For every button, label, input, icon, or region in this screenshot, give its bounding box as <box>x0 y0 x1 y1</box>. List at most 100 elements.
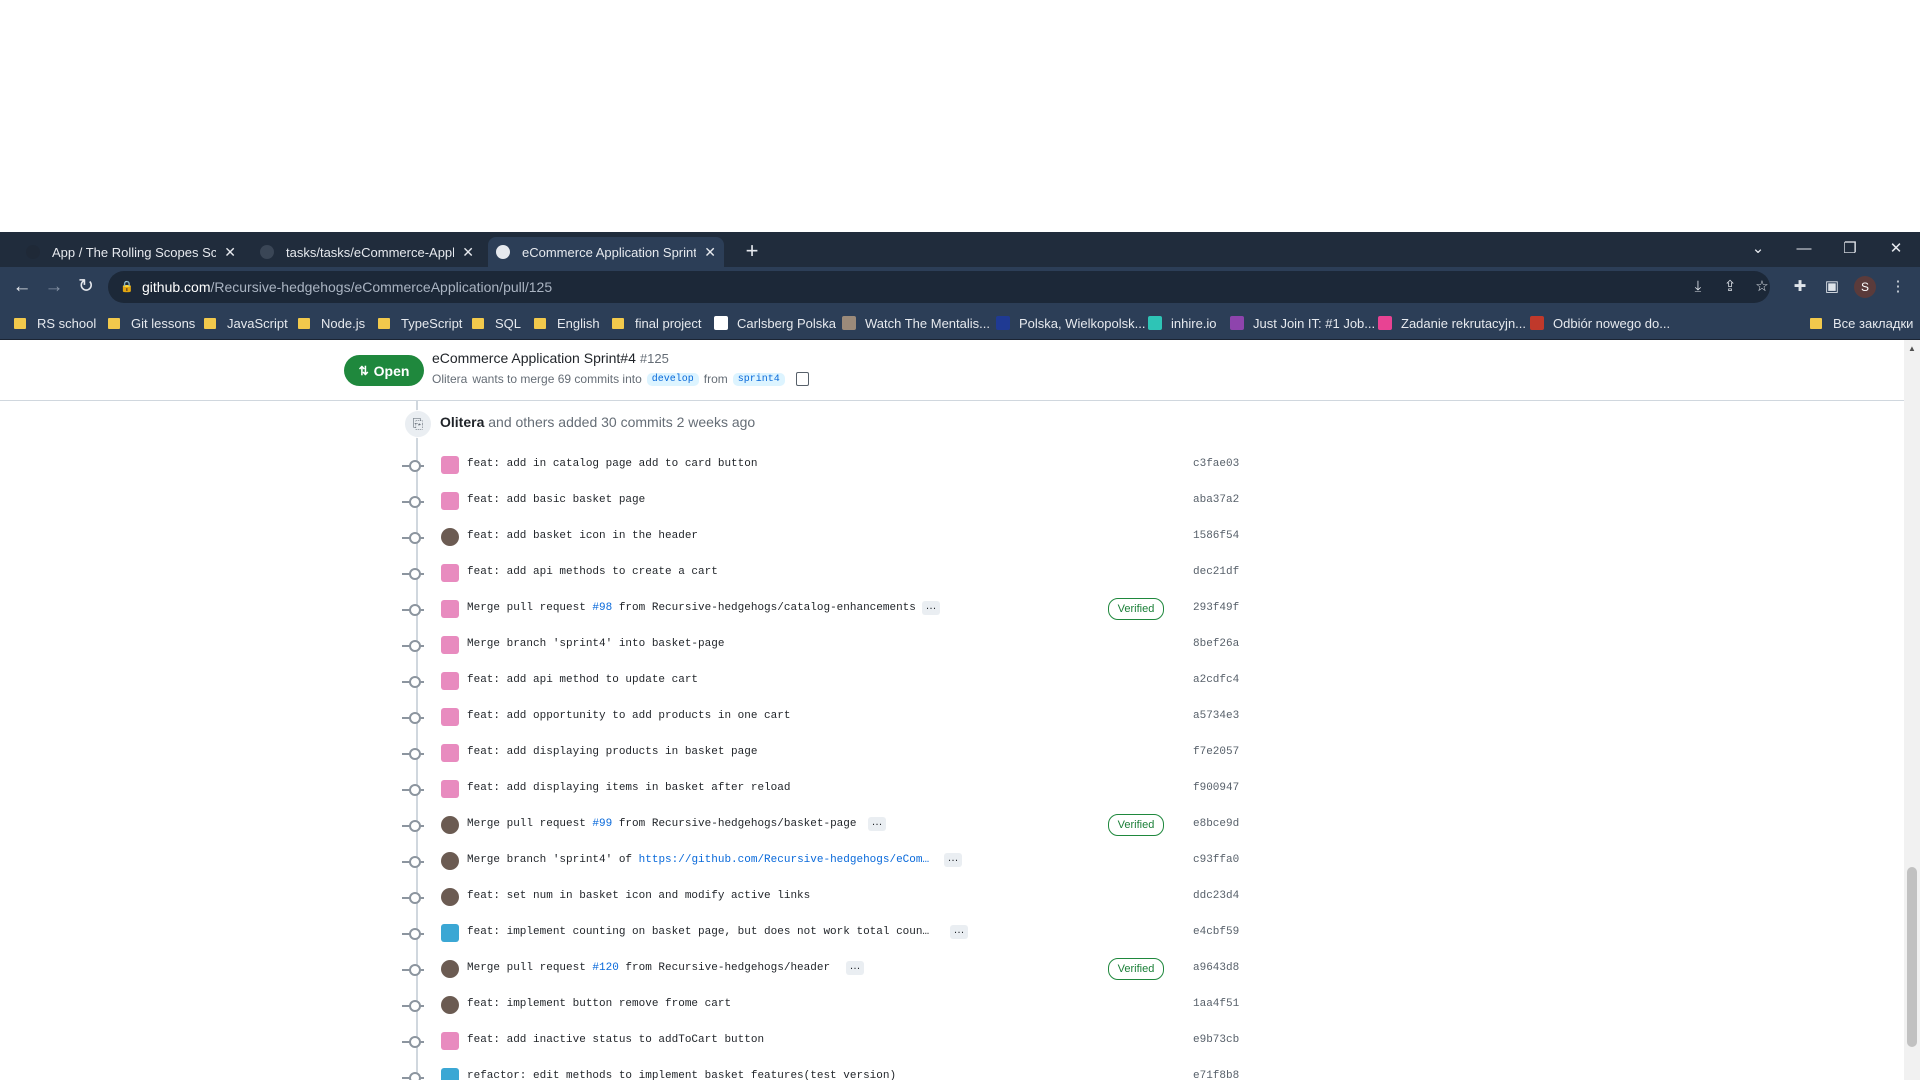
bookmark-item[interactable]: inhire.io <box>1148 307 1217 339</box>
extensions-icon[interactable]: ✚ <box>1790 277 1810 297</box>
verified-badge[interactable]: Verified <box>1108 598 1164 620</box>
commit-message[interactable]: feat: add displaying items in basket aft… <box>467 782 790 794</box>
expand-message-icon[interactable]: … <box>944 853 962 867</box>
verified-badge[interactable]: Verified <box>1108 958 1164 980</box>
tab-tasks[interactable]: tasks/tasks/eCommerce-Application ✕ <box>252 237 482 267</box>
bookmark-item[interactable]: RS school <box>14 307 96 339</box>
commit-message[interactable]: feat: add api methods to create a cart <box>467 566 718 578</box>
scroll-up-icon[interactable]: ▲ <box>1908 344 1916 353</box>
commit-message[interactable]: feat: set num in basket icon and modify … <box>467 890 810 902</box>
commit-message-link[interactable]: #98 <box>592 602 612 614</box>
avatar[interactable] <box>441 1032 459 1050</box>
avatar[interactable] <box>441 996 459 1014</box>
avatar[interactable] <box>441 636 459 654</box>
address-bar[interactable]: 🔒 github.com/Recursive-hedgehogs/eCommer… <box>108 271 1770 303</box>
avatar[interactable]: S <box>1854 276 1876 298</box>
bookmark-item[interactable]: TypeScript <box>378 307 462 339</box>
commit-message[interactable]: Merge pull request #99 from Recursive-he… <box>467 818 856 830</box>
bookmark-item[interactable]: JavaScript <box>204 307 288 339</box>
commit-sha-link[interactable]: 293f49f <box>1193 602 1239 614</box>
bookmark-item[interactable]: Zadanie rekrutacyjn... <box>1378 307 1526 339</box>
scrollbar[interactable]: ▲ <box>1904 340 1920 1080</box>
commit-message[interactable]: feat: add api method to update cart <box>467 674 698 686</box>
close-icon[interactable]: ✕ <box>462 244 474 261</box>
close-icon[interactable]: ✕ <box>224 244 236 261</box>
bookmark-item[interactable]: Все закладки <box>1810 307 1913 339</box>
restore-icon[interactable]: ❐ <box>1830 235 1870 263</box>
bookmark-star-icon[interactable]: ☆ <box>1752 277 1772 297</box>
avatar[interactable] <box>441 888 459 906</box>
lock-icon[interactable]: 🔒 <box>120 271 134 303</box>
commit-sha-link[interactable]: ddc23d4 <box>1193 890 1239 902</box>
avatar[interactable] <box>441 456 459 474</box>
expand-message-icon[interactable]: … <box>922 601 940 615</box>
scrollbar-thumb[interactable] <box>1907 867 1917 1047</box>
commit-sha-link[interactable]: a2cdfc4 <box>1193 674 1239 686</box>
base-branch[interactable]: develop <box>646 372 699 386</box>
commit-sha-link[interactable]: f7e2057 <box>1193 746 1239 758</box>
avatar[interactable] <box>441 564 459 582</box>
bookmark-item[interactable]: final project <box>612 307 701 339</box>
commit-message[interactable]: feat: add basket icon in the header <box>467 530 698 542</box>
bookmark-item[interactable]: Just Join IT: #1 Job... <box>1230 307 1375 339</box>
menu-icon[interactable]: ⋮ <box>1888 277 1908 297</box>
commit-sha-link[interactable]: e8bce9d <box>1193 818 1239 830</box>
reload-icon[interactable]: ↻ <box>72 273 100 301</box>
avatar[interactable] <box>441 816 459 834</box>
commit-message[interactable]: feat: add basic basket page <box>467 494 645 506</box>
commit-sha-link[interactable]: e71f8b8 <box>1193 1070 1239 1080</box>
commit-sha-link[interactable]: a5734e3 <box>1193 710 1239 722</box>
bookmark-item[interactable]: Watch The Mentalis... <box>842 307 990 339</box>
head-branch[interactable]: sprint4 <box>732 372 785 386</box>
commit-sha-link[interactable]: e9b73cb <box>1193 1034 1239 1046</box>
avatar[interactable] <box>441 924 459 942</box>
tab-rs-school[interactable]: App / The Rolling Scopes School ✕ <box>18 237 244 267</box>
commit-sha-link[interactable]: a9643d8 <box>1193 962 1239 974</box>
back-icon[interactable]: ← <box>8 273 36 301</box>
minimize-icon[interactable]: — <box>1784 235 1824 263</box>
avatar[interactable] <box>441 672 459 690</box>
avatar[interactable] <box>441 744 459 762</box>
tab-pull-request[interactable]: eCommerce Application Sprint#4 ✕ <box>488 237 724 267</box>
copy-icon[interactable] <box>795 372 809 386</box>
commit-message-link[interactable]: #99 <box>592 818 612 830</box>
commit-sha-link[interactable]: e4cbf59 <box>1193 926 1239 938</box>
avatar[interactable] <box>441 492 459 510</box>
new-tab-icon[interactable]: + <box>738 237 766 265</box>
close-icon[interactable]: ✕ <box>704 244 716 261</box>
commit-message[interactable]: feat: add inactive status to addToCart b… <box>467 1034 764 1046</box>
avatar[interactable] <box>441 708 459 726</box>
close-window-icon[interactable]: ✕ <box>1876 235 1916 263</box>
commit-message[interactable]: Merge pull request #120 from Recursive-h… <box>467 962 830 974</box>
commit-sha-link[interactable]: f900947 <box>1193 782 1239 794</box>
bookmark-item[interactable]: SQL <box>472 307 521 339</box>
bookmark-item[interactable]: Polska, Wielkopolsk... <box>996 307 1145 339</box>
tab-search-icon[interactable]: ⌄ <box>1738 235 1778 263</box>
commit-message-link[interactable]: #120 <box>592 962 618 974</box>
commit-message[interactable]: refactor: edit methods to implement bask… <box>467 1070 896 1080</box>
commit-message[interactable]: Merge branch 'sprint4' of https://github… <box>467 854 929 866</box>
commit-message[interactable]: Merge branch 'sprint4' into basket-page <box>467 638 724 650</box>
expand-message-icon[interactable]: … <box>846 961 864 975</box>
commit-message-link[interactable]: https://github.com/Recursive-hedgehogs/e… <box>639 854 929 866</box>
commit-message[interactable]: feat: implement counting on basket page,… <box>467 926 929 938</box>
commit-message[interactable]: feat: implement button remove frome cart <box>467 998 731 1010</box>
bookmark-item[interactable]: English <box>534 307 600 339</box>
side-panel-icon[interactable]: ▣ <box>1822 277 1842 297</box>
avatar[interactable] <box>441 600 459 618</box>
avatar[interactable] <box>441 1068 459 1080</box>
bookmark-item[interactable]: Git lessons <box>108 307 195 339</box>
expand-message-icon[interactable]: … <box>950 925 968 939</box>
commit-sha-link[interactable]: 1aa4f51 <box>1193 998 1239 1010</box>
commit-message[interactable]: feat: add displaying products in basket … <box>467 746 757 758</box>
share-icon[interactable]: ⇪ <box>1720 277 1740 297</box>
commit-sha-link[interactable]: c3fae03 <box>1193 458 1239 470</box>
expand-message-icon[interactable]: … <box>868 817 886 831</box>
avatar[interactable] <box>441 960 459 978</box>
avatar[interactable] <box>441 780 459 798</box>
bookmark-item[interactable]: Carlsberg Polska <box>714 307 836 339</box>
commit-message[interactable]: feat: add opportunity to add products in… <box>467 710 790 722</box>
bookmark-item[interactable]: Node.js <box>298 307 365 339</box>
commit-sha-link[interactable]: 8bef26a <box>1193 638 1239 650</box>
commit-sha-link[interactable]: c93ffa0 <box>1193 854 1239 866</box>
